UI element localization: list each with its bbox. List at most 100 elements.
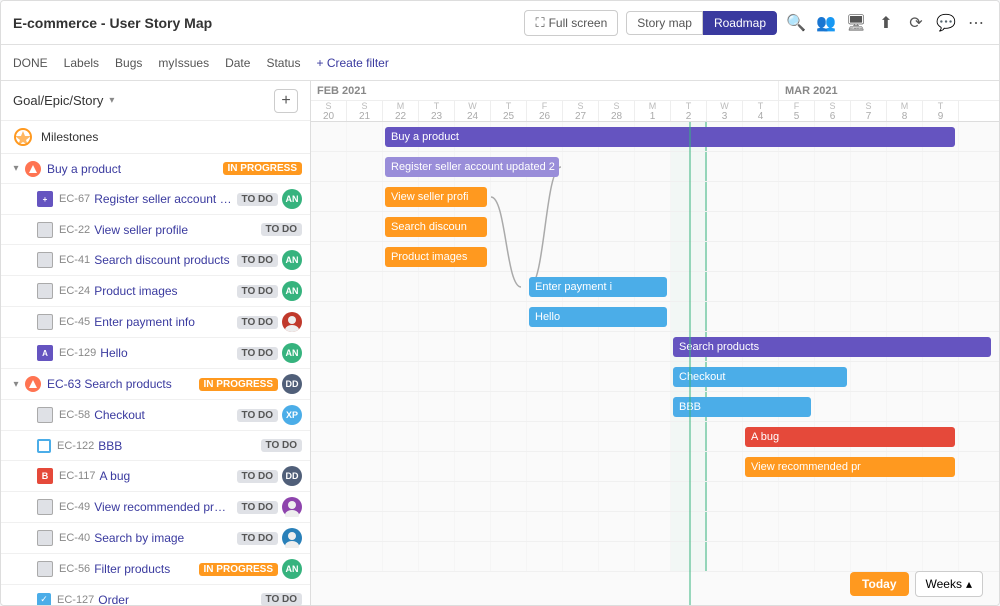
item-id-ec58: EC-58 xyxy=(59,409,90,421)
sidebar-item-ec117[interactable]: ▾ B EC-117 A bug TO DO DD xyxy=(1,461,310,492)
badge-ec49: TO DO xyxy=(237,501,278,514)
avatar-ec24: AN xyxy=(282,281,302,301)
sidebar-item-ec45[interactable]: ▾ EC-45 Enter payment info TO DO xyxy=(1,307,310,338)
avatar-ec49 xyxy=(282,497,302,517)
checkbox-checked-icon-ec127: ✓ xyxy=(37,593,51,606)
sidebar-item-ec58[interactable]: ▾ EC-58 Checkout TO DO XP xyxy=(1,400,310,431)
gantt-bar[interactable]: Register seller account updated 2 xyxy=(385,157,559,177)
item-name-ec22: View seller profile xyxy=(94,223,256,237)
gantt-bar[interactable]: Buy a product xyxy=(385,127,955,147)
milestones-icon xyxy=(13,127,33,147)
sidebar-item-buy-a-product[interactable]: ▾ Buy a product IN PROGRESS xyxy=(1,154,310,184)
item-id-ec67: EC-67 xyxy=(59,193,90,205)
today-button[interactable]: Today xyxy=(850,572,908,596)
more-icon[interactable]: ⋯ xyxy=(965,12,987,34)
story-icon-ec22 xyxy=(37,222,53,238)
item-name-ec63: EC-63 Search products xyxy=(47,377,195,391)
item-id-ec56: EC-56 xyxy=(59,563,90,575)
gantt-bar[interactable]: A bug xyxy=(745,427,955,447)
item-name-ec45: Enter payment info xyxy=(94,315,232,329)
filter-bar: DONE Labels Bugs myIssues Date Status + … xyxy=(1,45,999,81)
monitor-icon[interactable]: 🖥 xyxy=(845,12,867,34)
upload-icon[interactable]: ⬆ xyxy=(875,12,897,34)
weeks-chevron-icon: ▴ xyxy=(966,577,972,591)
sidebar-item-ec67[interactable]: ▾ + EC-67 Register seller account up... … xyxy=(1,184,310,215)
sidebar-item-ec49[interactable]: ▾ EC-49 View recommended prod... TO DO xyxy=(1,492,310,523)
day-cell: W3 xyxy=(707,101,743,121)
bottom-toolbar: Today Weeks ▴ xyxy=(850,571,983,597)
sidebar-item-ec127[interactable]: ▾ ✓ EC-127 Order TO DO xyxy=(1,585,310,606)
sidebar-header: Goal/Epic/Story ▾ + xyxy=(1,81,310,121)
sidebar-item-ec22[interactable]: ▾ EC-22 View seller profile TO DO xyxy=(1,215,310,245)
day-cell: T9 xyxy=(923,101,959,121)
gantt-bar[interactable]: View seller profi xyxy=(385,187,487,207)
badge-ec45: TO DO xyxy=(237,316,278,329)
item-id-ec127: EC-127 xyxy=(57,594,94,606)
app-title: E-commerce - User Story Map xyxy=(13,15,524,31)
top-nav: E-commerce - User Story Map ⛶ Full scree… xyxy=(1,1,999,45)
badge-ec41: TO DO xyxy=(237,254,278,267)
day-cell: M8 xyxy=(887,101,923,121)
item-id-ec129: EC-129 xyxy=(59,347,96,359)
nav-actions: ⛶ Full screen Story map Roadmap 🔍 👥 🖥 ⬆ … xyxy=(524,10,987,36)
gantt-bar[interactable]: Enter payment i xyxy=(529,277,667,297)
story-icon-ec67: + xyxy=(37,191,53,207)
badge-buy-product: IN PROGRESS xyxy=(223,162,302,175)
item-id-ec122: EC-122 xyxy=(57,440,94,452)
gantt-bar[interactable]: Search discoun xyxy=(385,217,487,237)
header-dropdown-arrow[interactable]: ▾ xyxy=(109,95,114,106)
main-container: Goal/Epic/Story ▾ + Milestones ▾ xyxy=(1,81,999,606)
sidebar-item-ec24[interactable]: ▾ EC-24 Product images TO DO AN xyxy=(1,276,310,307)
filter-status[interactable]: Status xyxy=(266,56,300,70)
badge-ec67: TO DO xyxy=(237,193,278,206)
item-name-ec129: Hello xyxy=(100,346,232,360)
storymap-button[interactable]: Story map xyxy=(626,11,703,35)
weeks-button[interactable]: Weeks ▴ xyxy=(915,571,984,597)
search-icon[interactable]: 🔍 xyxy=(785,12,807,34)
item-id-ec22: EC-22 xyxy=(59,224,90,236)
gantt-bar[interactable]: Search products xyxy=(673,337,991,357)
milestones-label: Milestones xyxy=(41,130,98,144)
sidebar-item-ec122[interactable]: ▾ EC-122 BBB TO DO xyxy=(1,431,310,461)
item-name-ec41: Search discount products xyxy=(94,253,232,267)
day-cell: T2 xyxy=(671,101,707,121)
sidebar-item-ec41[interactable]: ▾ EC-41 Search discount products TO DO A… xyxy=(1,245,310,276)
item-name-ec127: Order xyxy=(98,593,256,606)
gantt-bar[interactable]: Hello xyxy=(529,307,667,327)
day-cell: S7 xyxy=(851,101,887,121)
timeline-row xyxy=(311,542,999,572)
item-name-ec56: Filter products xyxy=(94,562,194,576)
chevron-icon-ec63[interactable]: ▾ xyxy=(9,377,23,391)
story-icon-ec56 xyxy=(37,561,53,577)
gantt-bar[interactable]: Product images xyxy=(385,247,487,267)
item-id-ec45: EC-45 xyxy=(59,316,90,328)
gantt-bar[interactable]: BBB xyxy=(673,397,811,417)
badge-ec129: TO DO xyxy=(237,347,278,360)
sidebar-item-ec40[interactable]: ▾ EC-40 Search by image TO DO xyxy=(1,523,310,554)
filter-labels[interactable]: Labels xyxy=(64,56,99,70)
gantt-bar[interactable]: View recommended pr xyxy=(745,457,955,477)
create-filter-button[interactable]: + Create filter xyxy=(316,56,388,70)
avatar-ec129: AN xyxy=(282,343,302,363)
comment-icon[interactable]: 💬 xyxy=(935,12,957,34)
sidebar-item-ec129[interactable]: ▾ A EC-129 Hello TO DO AN xyxy=(1,338,310,369)
filter-date[interactable]: Date xyxy=(225,56,250,70)
share-icon[interactable]: ⟳ xyxy=(905,12,927,34)
chevron-icon[interactable]: ▾ xyxy=(9,162,23,176)
avatar-ec56: AN xyxy=(282,559,302,579)
sidebar-item-ec56[interactable]: ▾ EC-56 Filter products IN PROGRESS AN xyxy=(1,554,310,585)
sidebar-item-ec63[interactable]: ▾ EC-63 Search products IN PROGRESS DD xyxy=(1,369,310,400)
badge-ec22: TO DO xyxy=(261,223,302,236)
milestones-row: Milestones xyxy=(1,121,310,154)
add-milestone-button[interactable]: + xyxy=(274,89,298,113)
epic-icon xyxy=(25,161,41,177)
avatar-ec58: XP xyxy=(282,405,302,425)
filter-bugs[interactable]: Bugs xyxy=(115,56,142,70)
fullscreen-button[interactable]: ⛶ Full screen xyxy=(524,10,618,36)
filter-done[interactable]: DONE xyxy=(13,56,48,70)
filter-myissues[interactable]: myIssues xyxy=(158,56,209,70)
users-icon[interactable]: 👥 xyxy=(815,12,837,34)
roadmap-button[interactable]: Roadmap xyxy=(703,11,777,35)
gantt-bar[interactable]: Checkout xyxy=(673,367,847,387)
avatar-ec40 xyxy=(282,528,302,548)
